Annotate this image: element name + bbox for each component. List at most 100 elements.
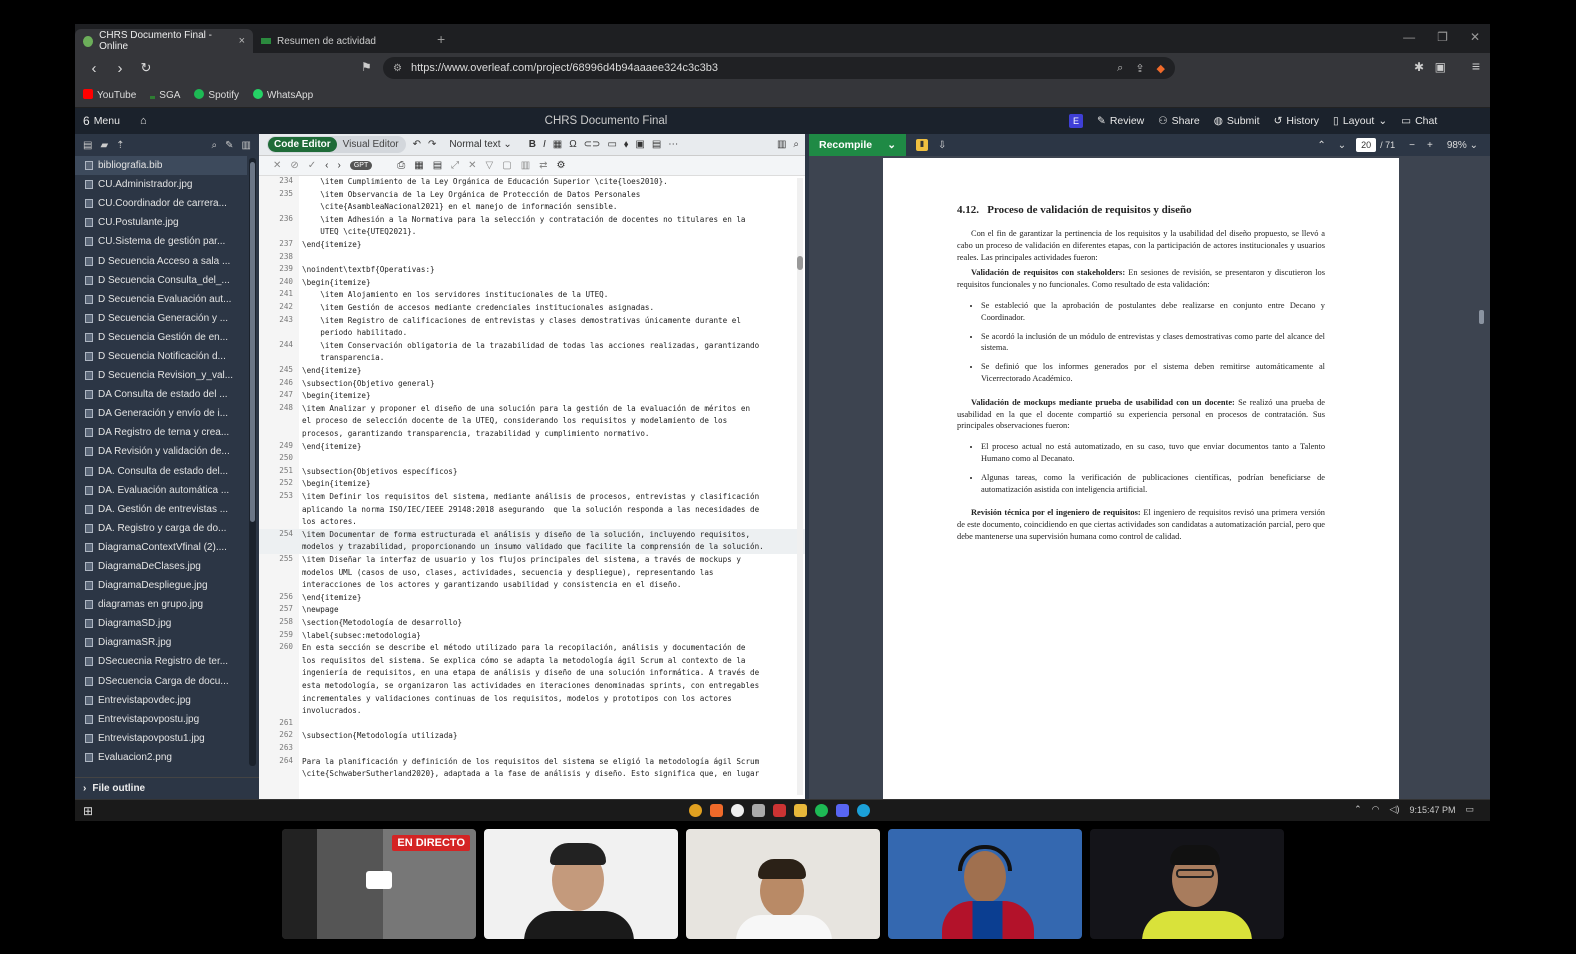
code-line[interactable]: modelos y trazabilidad, proporcionando u…: [259, 541, 805, 554]
code-line[interactable]: 237 \end{itemize}: [259, 239, 805, 252]
file-item[interactable]: CU.Administrador.jpg: [75, 175, 247, 194]
reload-icon[interactable]: ↻: [139, 60, 153, 76]
file-item[interactable]: Entrevistapovpostu.jpg: [75, 710, 247, 729]
extensions-icon[interactable]: ✱: [1414, 60, 1424, 74]
paste-icon[interactable]: ▥: [521, 160, 530, 171]
link-icon[interactable]: ⊂⊃: [584, 139, 601, 150]
next-page-icon[interactable]: ⌄: [1338, 140, 1346, 151]
wifi-icon[interactable]: ◠: [1372, 804, 1380, 815]
file-item[interactable]: DiagramaContextVfinal (2)....: [75, 538, 247, 557]
bookmark-spotify[interactable]: Spotify: [194, 89, 239, 101]
zoom-out-icon[interactable]: −: [1409, 140, 1415, 151]
code-line[interactable]: 262 \subsection{Metodología utilizada}: [259, 730, 805, 743]
doc-icon[interactable]: ▤: [433, 160, 442, 171]
prev-page-icon[interactable]: ⌃: [1317, 140, 1325, 151]
code-line[interactable]: incrementales y validaciones continuas d…: [259, 693, 805, 706]
notifications-icon[interactable]: ▭: [1465, 804, 1474, 815]
check-icon[interactable]: ✓: [308, 160, 316, 171]
code-line[interactable]: procesos, garantizando transparencia, tr…: [259, 428, 805, 441]
new-folder-icon[interactable]: ▰: [100, 140, 108, 151]
file-item[interactable]: DA. Registro y carga de do...: [75, 519, 247, 538]
file-item[interactable]: DSecuecnia Registro de ter...: [75, 652, 247, 671]
clock[interactable]: 9:15:47 PM: [1409, 805, 1455, 815]
file-item[interactable]: Evaluacion2.png: [75, 748, 247, 767]
file-item[interactable]: D Secuencia Revision_y_val...: [75, 366, 247, 385]
code-line[interactable]: 234 \item Cumplimiento de la Ley Orgánic…: [259, 176, 805, 189]
code-line[interactable]: 261: [259, 718, 805, 731]
close-window-icon[interactable]: ✕: [1470, 30, 1480, 44]
rename-icon[interactable]: ✎: [225, 140, 233, 151]
logs-icon[interactable]: ▮: [916, 139, 928, 151]
file-item[interactable]: D Secuencia Evaluación aut...: [75, 290, 247, 309]
zoom-icon[interactable]: ⌕: [1117, 62, 1123, 75]
brave-shield-icon[interactable]: ◆: [1157, 62, 1165, 75]
file-item[interactable]: CU.Coordinador de carrera...: [75, 194, 247, 213]
download-icon[interactable]: ⇩: [938, 140, 946, 151]
code-line[interactable]: modelos UML (casos de uso, clases, activ…: [259, 567, 805, 580]
sidebar-toggle-icon[interactable]: ▣: [1435, 60, 1446, 74]
code-line[interactable]: periodo habilitado.: [259, 327, 805, 340]
visual-editor-toggle[interactable]: Visual Editor: [337, 137, 405, 152]
code-line[interactable]: 254 \item Documentar de forma estructurad…: [259, 528, 805, 542]
recompile-dropdown-icon[interactable]: ⌄: [887, 139, 896, 151]
code-line[interactable]: 249 \end{itemize}: [259, 441, 805, 454]
windows-start-icon[interactable]: ⊞: [83, 804, 93, 818]
search-icon[interactable]: ⌕: [212, 140, 218, 151]
code-line[interactable]: 250: [259, 453, 805, 466]
bookmark-sga[interactable]: SGA: [150, 90, 180, 101]
user-avatar[interactable]: E: [1069, 114, 1083, 128]
code-line[interactable]: los requisitos del sistema. Se explica c…: [259, 655, 805, 668]
copy-icon[interactable]: ▢: [502, 160, 511, 171]
close-tab-icon[interactable]: ×: [239, 35, 245, 47]
format-icon[interactable]: ⇄: [539, 160, 547, 171]
figure-icon[interactable]: ▣: [635, 139, 644, 150]
comment-icon[interactable]: ▭: [607, 139, 616, 150]
restore-icon[interactable]: ❐: [1437, 30, 1448, 44]
browser-menu-icon[interactable]: ≡: [1472, 58, 1480, 74]
mail-icon[interactable]: [773, 804, 786, 817]
file-item[interactable]: DA. Evaluación automática ...: [75, 481, 247, 500]
new-file-icon[interactable]: ▤: [83, 140, 92, 151]
github-icon[interactable]: [731, 804, 744, 817]
code-line[interactable]: UTEQ \cite{UTEQ2021}.: [259, 226, 805, 239]
code-line[interactable]: involucrados.: [259, 705, 805, 718]
tab-activity[interactable]: Resumen de actividad: [253, 29, 431, 53]
text-style-select[interactable]: Normal text ⌄: [449, 139, 511, 150]
recompile-button[interactable]: Recompile ⌄: [809, 134, 906, 156]
app-icon[interactable]: [752, 804, 765, 817]
editor-scrollbar[interactable]: [797, 178, 803, 795]
zoom-in-icon[interactable]: +: [1427, 140, 1433, 151]
code-line[interactable]: 240 \begin{itemize}: [259, 277, 805, 290]
code-line[interactable]: 239 \noindent\textbf{Operativas:}: [259, 264, 805, 277]
chat-button[interactable]: ▭ Chat: [1401, 115, 1437, 127]
file-item[interactable]: diagramas en grupo.jpg: [75, 595, 247, 614]
volume-icon[interactable]: ◁): [1390, 804, 1400, 815]
code-line[interactable]: 238: [259, 252, 805, 265]
tray-chevron-icon[interactable]: ⌃: [1354, 804, 1362, 815]
file-tree-scrollbar[interactable]: [249, 158, 256, 766]
bold-icon[interactable]: B: [529, 139, 536, 150]
file-item[interactable]: D Secuencia Gestión de en...: [75, 328, 247, 347]
history-button[interactable]: ↺ History: [1274, 115, 1319, 127]
participant-tile-4[interactable]: [1090, 829, 1284, 939]
share-icon[interactable]: ⇪: [1135, 62, 1144, 75]
math-icon[interactable]: ▦: [553, 139, 562, 150]
file-item[interactable]: CU.Sistema de gestión par...: [75, 232, 247, 251]
italic-icon[interactable]: I: [543, 139, 546, 150]
file-item[interactable]: D Secuencia Notificación d...: [75, 347, 247, 366]
expand-icon[interactable]: ⤢: [451, 160, 459, 171]
file-item[interactable]: DiagramaSR.jpg: [75, 633, 247, 652]
brave-icon[interactable]: [710, 804, 723, 817]
upload-icon[interactable]: ⇡: [116, 140, 124, 151]
url-field[interactable]: ⚙ https://www.overleaf.com/project/68996…: [383, 57, 1175, 79]
code-line[interactable]: 236 \item Adhesión a la Normativa para l…: [259, 214, 805, 227]
file-item[interactable]: DA Consulta de estado del ...: [75, 385, 247, 404]
reference-icon[interactable]: ⬧: [624, 139, 629, 150]
chrome-icon[interactable]: [689, 804, 702, 817]
code-line[interactable]: 247 \begin{itemize}: [259, 390, 805, 403]
file-item[interactable]: Entrevistapovpostu1.jpg: [75, 729, 247, 748]
spotify-task-icon[interactable]: [815, 804, 828, 817]
code-line[interactable]: 264 Para la planificación y definición de…: [259, 756, 805, 769]
filter-icon[interactable]: ▽: [486, 160, 494, 171]
code-line[interactable]: 248 \item Analizar y proponer el diseño d…: [259, 403, 805, 416]
